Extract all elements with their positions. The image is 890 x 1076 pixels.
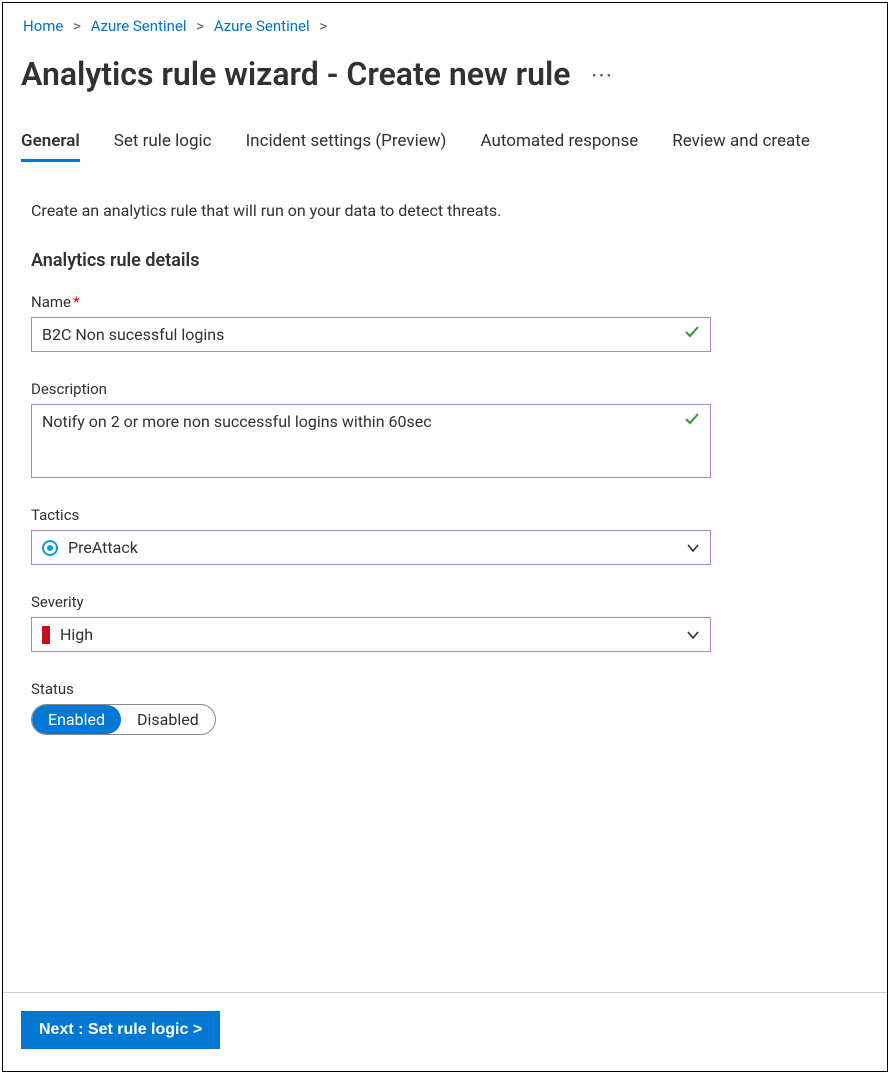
intro-text: Create an analytics rule that will run o… [31,201,869,220]
tab-automated-response[interactable]: Automated response [480,131,638,162]
chevron-down-icon [686,628,700,642]
tab-general[interactable]: General [21,131,80,162]
next-button[interactable]: Next : Set rule logic > [21,1011,220,1049]
breadcrumb: Home > Azure Sentinel > Azure Sentinel > [21,17,869,35]
tab-incident-settings[interactable]: Incident settings (Preview) [246,131,447,162]
status-enabled-option[interactable]: Enabled [32,705,121,734]
target-icon [42,540,58,556]
tactics-select[interactable]: PreAttack [31,530,711,565]
chevron-down-icon [686,541,700,555]
wizard-footer: Next : Set rule logic > [3,992,887,1071]
tab-bar: General Set rule logic Incident settings… [21,131,869,163]
breadcrumb-separator: > [196,17,204,35]
tab-set-rule-logic[interactable]: Set rule logic [114,131,212,162]
breadcrumb-link-sentinel-2[interactable]: Azure Sentinel [214,17,310,35]
required-indicator: * [73,293,79,311]
status-toggle[interactable]: Enabled Disabled [31,704,216,735]
severity-value: High [60,618,678,651]
checkmark-icon [684,405,700,432]
section-title: Analytics rule details [31,250,869,271]
description-input[interactable] [42,405,676,477]
status-label: Status [31,680,711,698]
breadcrumb-link-sentinel-1[interactable]: Azure Sentinel [91,17,187,35]
checkmark-icon [684,324,700,345]
severity-color-icon [42,626,50,644]
tactics-label: Tactics [31,506,711,524]
status-disabled-option[interactable]: Disabled [121,705,215,734]
description-label: Description [31,380,711,398]
name-input[interactable] [42,318,676,351]
more-actions-button[interactable]: ⋯ [590,55,614,87]
name-label: Name* [31,293,711,311]
breadcrumb-link-home[interactable]: Home [23,17,63,35]
severity-select[interactable]: High [31,617,711,652]
page-title: Analytics rule wizard - Create new rule [21,55,570,93]
breadcrumb-separator: > [319,17,327,35]
severity-label: Severity [31,593,711,611]
breadcrumb-separator: > [73,17,81,35]
tab-review-create[interactable]: Review and create [672,131,810,162]
tactics-value: PreAttack [68,531,678,564]
